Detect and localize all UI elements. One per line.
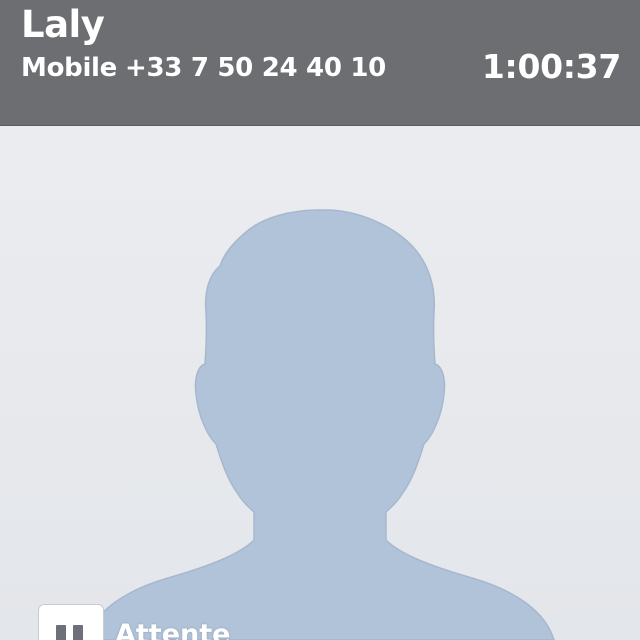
pause-icon [56, 625, 86, 640]
call-duration-timer: 1:00:37 [481, 47, 621, 86]
hold-button[interactable] [38, 604, 104, 640]
person-silhouette-icon [85, 209, 555, 640]
number-type-label: Mobile [21, 53, 118, 83]
hold-button-label[interactable]: Attente [115, 619, 230, 640]
call-header: Laly Mobile +33 7 50 24 40 10 1:00:37 [0, 0, 640, 126]
in-call-screen: Laly Mobile +33 7 50 24 40 10 1:00:37 Att… [0, 0, 640, 640]
phone-number: +33 7 50 24 40 10 [125, 53, 386, 83]
caller-number-row: Mobile +33 7 50 24 40 10 [21, 53, 386, 83]
contact-photo-area [0, 126, 640, 640]
caller-name: Laly [21, 3, 105, 46]
